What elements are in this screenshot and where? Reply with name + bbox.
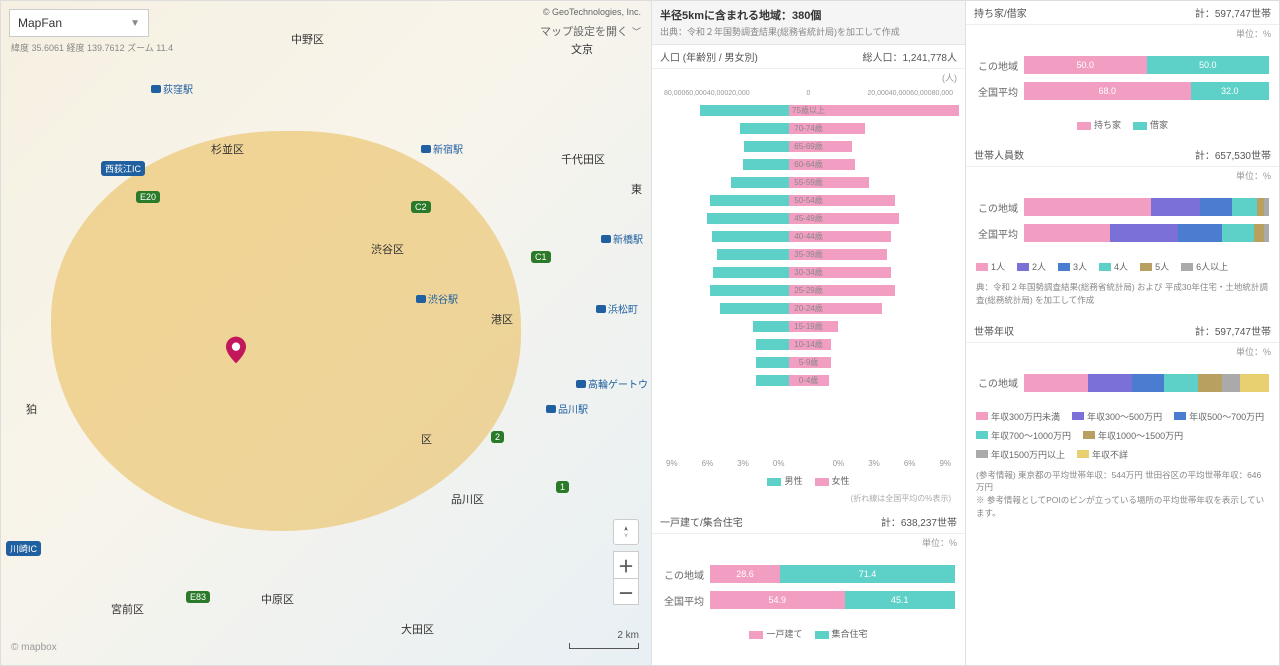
population-footnote: (折れ線は全国平均の%表示) bbox=[658, 491, 959, 506]
map-area-label: 中野区 bbox=[291, 31, 324, 47]
map-area-label: 大田区 bbox=[401, 621, 434, 637]
pyramid-row: 5-9歳 bbox=[658, 353, 959, 371]
stats-panels: 半径5kmに含まれる地域：380個 出典：令和２年国勢調査結果(総務省統計局)を… bbox=[651, 1, 1279, 665]
pyramid-row: 40-44歳 bbox=[658, 227, 959, 245]
map-settings-toggle[interactable]: マップ設定を開く ﹀ bbox=[540, 23, 641, 39]
income-unit: 単位：% bbox=[966, 343, 1279, 360]
app-root: MapFan ▼ 緯度 35.6061 経度 139.7612 ズーム 11.4… bbox=[0, 0, 1280, 666]
income-ref: (参考情報) 東京都の平均世帯年収：544万円 世田谷区の平均世帯年収：646万… bbox=[966, 465, 1279, 524]
pyramid-row: 60-64歳 bbox=[658, 155, 959, 173]
ownership-unit: 単位：% bbox=[966, 25, 1279, 42]
hhsize-header: 世帯人員数 計：657,530世帯 bbox=[966, 143, 1279, 167]
hhsize-source: 典：令和２年国勢調査結果(総務省統計局) および 平成30年住宅・土地統計調査(… bbox=[966, 277, 1279, 311]
pyramid-row: 50-54歳 bbox=[658, 191, 959, 209]
income-chart: この地域 bbox=[966, 360, 1279, 406]
population-pyramid-chart: 80,00060,00040,00020,000 0 20,00040,0006… bbox=[652, 86, 965, 510]
map-road-badge: C2 bbox=[411, 201, 431, 213]
population-header: 人口 (年齢別 / 男女別) 総人口：1,241,778人 bbox=[652, 45, 965, 69]
map-station-label: 高輪ゲートウ bbox=[576, 376, 648, 391]
pyramid-row: 10-14歳 bbox=[658, 335, 959, 353]
map-area-label: 宮前区 bbox=[111, 601, 144, 617]
stacked-bar-row: 全国平均 bbox=[976, 224, 1269, 242]
zoom-out-button[interactable]: － bbox=[614, 578, 638, 604]
region-source: 出典：令和２年国勢調査結果(総務省統計局)を加工して作成 bbox=[660, 25, 957, 38]
ownership-header: 持ち家/借家 計：597,747世帯 bbox=[966, 1, 1279, 25]
stacked-bar-row: 全国平均68.032.0 bbox=[976, 82, 1269, 100]
col-household: 持ち家/借家 計：597,747世帯 単位：% この地域50.050.0 全国平均… bbox=[965, 1, 1279, 665]
map-road-badge: 2 bbox=[491, 431, 504, 443]
pyramid-row: 65-69歳 bbox=[658, 137, 959, 155]
map-road-badge: E83 bbox=[186, 591, 210, 603]
map-provider-select[interactable]: MapFan ▼ bbox=[9, 9, 149, 37]
pyramid-row: 35-39歳 bbox=[658, 245, 959, 263]
map-coords: 緯度 35.6061 経度 139.7612 ズーム 11.4 bbox=[11, 41, 173, 54]
zoom-control: ＋ － bbox=[613, 551, 639, 605]
population-legend: 男性 女性 bbox=[658, 470, 959, 491]
income-legend: 年収300万円未満年収300～500万円年収500～700万円年収700～100… bbox=[966, 406, 1279, 465]
map-station-label: 荻窪駅 bbox=[151, 81, 193, 96]
ownership-chart: この地域50.050.0 全国平均68.032.0 bbox=[966, 42, 1279, 114]
stacked-bar-row: この地域 bbox=[976, 374, 1269, 392]
map-attribution: © GeoTechnologies, Inc. bbox=[543, 7, 641, 17]
mapbox-logo: © mapbox bbox=[11, 642, 57, 653]
map-area-label: 中原区 bbox=[261, 591, 294, 607]
pyramid-row: 25-29歳 bbox=[658, 281, 959, 299]
map-area-label: 千代田区 bbox=[561, 151, 605, 167]
pyramid-row: 20-24歳 bbox=[658, 299, 959, 317]
col-demographics: 半径5kmに含まれる地域：380個 出典：令和２年国勢調査結果(総務省統計局)を… bbox=[651, 1, 965, 665]
stacked-bar-row: この地域50.050.0 bbox=[976, 56, 1269, 74]
population-unit: (人) bbox=[652, 69, 965, 86]
map-station-label: 品川駅 bbox=[546, 401, 588, 416]
housing-unit: 単位：% bbox=[652, 534, 965, 551]
map-scale: 2 km bbox=[569, 630, 639, 649]
map-panel[interactable]: MapFan ▼ 緯度 35.6061 経度 139.7612 ズーム 11.4… bbox=[1, 1, 651, 665]
ownership-legend: 持ち家 借家 bbox=[966, 114, 1279, 135]
compass-button[interactable] bbox=[613, 519, 639, 545]
income-header: 世帯年収 計：597,747世帯 bbox=[966, 319, 1279, 343]
pyramid-row: 55-59歳 bbox=[658, 173, 959, 191]
chevron-down-icon: ▼ bbox=[130, 18, 140, 29]
map-area-label: 文京 bbox=[571, 41, 593, 57]
map-area-label: 渋谷区 bbox=[371, 241, 404, 257]
pyramid-row: 45-49歳 bbox=[658, 209, 959, 227]
map-road-badge: E20 bbox=[136, 191, 160, 203]
pyramid-row: 75歳以上 bbox=[658, 101, 959, 119]
hhsize-legend: 1人2人3人4人5人6人以上 bbox=[966, 256, 1279, 277]
chevron-down-icon: ﹀ bbox=[632, 25, 641, 38]
map-road-badge: 西荻江IC bbox=[101, 161, 145, 176]
housing-header: 一戸建て/集合住宅 計：638,237世帯 bbox=[652, 510, 965, 534]
map-station-label: 渋谷駅 bbox=[416, 291, 458, 306]
housing-legend: 一戸建て 集合住宅 bbox=[652, 623, 965, 644]
coverage-overlay bbox=[51, 131, 521, 531]
map-road-badge: C1 bbox=[531, 251, 551, 263]
stacked-bar-row: 全国平均54.945.1 bbox=[662, 591, 955, 609]
region-header: 半径5kmに含まれる地域：380個 出典：令和２年国勢調査結果(総務省統計局)を… bbox=[652, 1, 965, 45]
housing-chart: この地域28.671.4 全国平均54.945.1 bbox=[652, 551, 965, 623]
map-area-label: 狛 bbox=[26, 401, 37, 417]
pyramid-row: 0-4歳 bbox=[658, 371, 959, 389]
region-title: 半径5kmに含まれる地域：380個 bbox=[660, 7, 957, 23]
map-area-label: 区 bbox=[421, 431, 432, 447]
map-road-badge: 川崎IC bbox=[6, 541, 41, 556]
pyramid-row: 15-19歳 bbox=[658, 317, 959, 335]
zoom-in-button[interactable]: ＋ bbox=[614, 552, 638, 578]
map-area-label: 品川区 bbox=[451, 491, 484, 507]
map-station-label: 新宿駅 bbox=[421, 141, 463, 156]
map-station-label: 新橋駅 bbox=[601, 231, 643, 246]
stacked-bar-row: この地域 bbox=[976, 198, 1269, 216]
map-road-badge: 1 bbox=[556, 481, 569, 493]
pyramid-row: 70-74歳 bbox=[658, 119, 959, 137]
location-pin-icon[interactable] bbox=[226, 336, 246, 364]
hhsize-chart: この地域全国平均 bbox=[966, 184, 1279, 256]
stacked-bar-row: この地域28.671.4 bbox=[662, 565, 955, 583]
map-area-label: 杉並区 bbox=[211, 141, 244, 157]
map-area-label: 東 bbox=[631, 181, 642, 197]
map-provider-label: MapFan bbox=[18, 16, 62, 30]
map-area-label: 港区 bbox=[491, 311, 513, 327]
pyramid-row: 30-34歳 bbox=[658, 263, 959, 281]
map-station-label: 浜松町 bbox=[596, 301, 638, 316]
hhsize-unit: 単位：% bbox=[966, 167, 1279, 184]
